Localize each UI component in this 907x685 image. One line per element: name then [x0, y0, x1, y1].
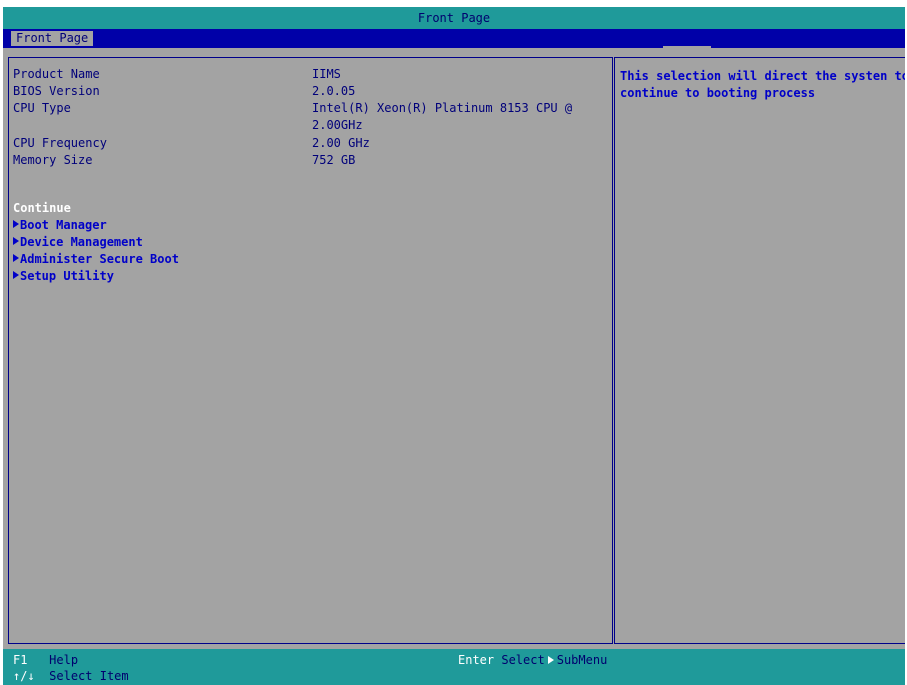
info-label: CPU Frequency [13, 136, 107, 150]
submenu-arrow-icon [13, 237, 19, 245]
menu-item-continue[interactable]: Continue [13, 201, 71, 216]
info-label: Product Name [13, 67, 100, 81]
hint-text: SubMenu [556, 653, 608, 667]
menu-item-label: Setup Utility [20, 269, 114, 283]
info-label: Memory Size [13, 153, 93, 167]
menu-item-label: Device Management [20, 235, 143, 249]
hint-enter-select: Enter Select SubMenu [458, 653, 607, 667]
info-value: IIMS [312, 67, 341, 81]
info-label: CPU Type [13, 101, 71, 115]
info-value-continuation: 2.00GHz [312, 118, 363, 132]
help-text-line: continue to booting process [620, 86, 816, 100]
submenu-arrow-icon [547, 656, 554, 664]
menu-item-label: Boot Manager [20, 218, 107, 232]
help-panel: This selection will direct the systen to… [614, 57, 905, 644]
menu-item-label: Continue [13, 201, 71, 215]
menu-item-boot-manager[interactable]: Boot Manager [13, 218, 107, 233]
submenu-arrow-icon [13, 254, 19, 262]
info-value: 2.00 GHz [312, 136, 370, 150]
tab-strip: Front Page [3, 29, 905, 48]
menu-item-setup-utility[interactable]: Setup Utility [13, 269, 114, 284]
hint-key: F1 [13, 653, 28, 667]
window-title: Front Page [417, 11, 491, 25]
hint-key: ↑/↓ [13, 669, 35, 683]
hint-text: Help [49, 653, 79, 667]
info-value: 752 GB [312, 153, 356, 167]
title-bar: Front Page [3, 7, 905, 29]
hint-text: Select Item [49, 669, 129, 683]
footer-key-hints: F1 Help ↑/↓ Select Item Enter Select SubM… [3, 649, 905, 685]
submenu-arrow-icon [13, 220, 19, 228]
info-value: Intel(R) Xeon(R) Platinum 8153 CPU @ [312, 101, 573, 115]
info-label: BIOS Version [13, 84, 100, 98]
help-text: This selection will direct the systen to… [620, 68, 905, 102]
main-panel: Product Name IIMS BIOS Version 2.0.05 CP… [8, 57, 613, 644]
hint-help: F1 Help [13, 653, 78, 667]
hint-select-item: ↑/↓ Select Item [13, 669, 129, 683]
help-text-line: This selection will direct the systen to [620, 69, 905, 83]
tab-front-page[interactable]: Front Page [11, 31, 94, 46]
hint-key: Enter [458, 653, 495, 667]
tab-strip-marker [663, 46, 711, 48]
menu-item-label: Administer Secure Boot [20, 252, 179, 266]
menu-item-device-management[interactable]: Device Management [13, 235, 143, 250]
hint-text: Select [501, 653, 545, 667]
submenu-arrow-icon [13, 271, 19, 279]
info-value: 2.0.05 [312, 84, 356, 98]
menu-item-administer-secure-boot[interactable]: Administer Secure Boot [13, 252, 179, 267]
bios-screen: Front Page Front Page Product Name IIMS … [3, 7, 905, 685]
